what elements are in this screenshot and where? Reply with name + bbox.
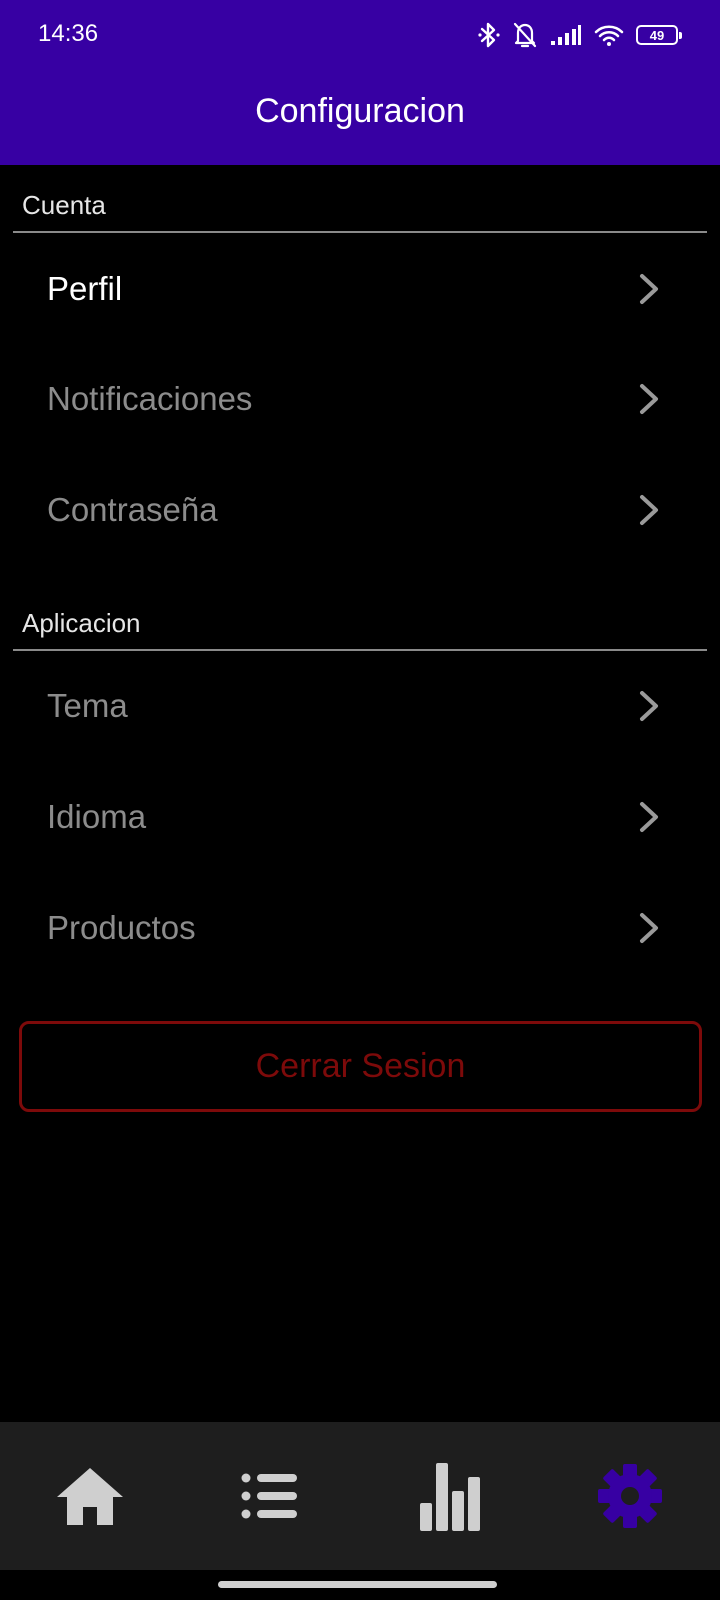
signal-icon <box>550 24 582 46</box>
chevron-right-icon <box>640 384 658 414</box>
settings-item-label: Perfil <box>47 270 123 307</box>
section-header-cuenta: Cuenta <box>22 190 106 220</box>
settings-item-notificaciones[interactable]: Notificaciones <box>0 349 720 449</box>
logout-button[interactable]: Cerrar Sesion <box>19 1021 702 1112</box>
home-indicator[interactable] <box>218 1581 497 1588</box>
settings-item-label: Productos <box>47 909 196 946</box>
settings-screen: 14:36 49 Configuracion Cuenta Perfil Not… <box>0 0 720 1600</box>
chevron-right-icon <box>640 495 658 525</box>
bottom-nav <box>0 1422 720 1570</box>
wifi-icon <box>594 23 624 47</box>
section-header-aplicacion: Aplicacion <box>22 608 141 638</box>
logout-label: Cerrar Sesion <box>255 1047 466 1085</box>
page-title: Configuracion <box>255 92 465 130</box>
chevron-right-icon <box>640 802 658 832</box>
status-icons: 49 <box>478 18 682 52</box>
settings-item-label: Contraseña <box>47 491 218 528</box>
settings-item-label: Notificaciones <box>47 380 253 417</box>
divider <box>13 231 707 233</box>
status-time: 14:36 <box>38 20 99 47</box>
chevron-right-icon <box>640 274 658 304</box>
nav-home[interactable] <box>0 1422 180 1570</box>
battery-icon: 49 <box>636 25 682 45</box>
bluetooth-icon <box>478 21 500 49</box>
app-bar: 14:36 49 Configuracion <box>0 0 720 165</box>
list-icon <box>241 1473 297 1519</box>
settings-item-label: Tema <box>47 687 128 724</box>
nav-settings[interactable] <box>540 1422 720 1570</box>
notifications-off-icon <box>512 21 538 49</box>
settings-item-idioma[interactable]: Idioma <box>0 767 720 867</box>
chevron-right-icon <box>640 691 658 721</box>
divider <box>13 649 707 651</box>
gear-icon <box>598 1464 662 1528</box>
settings-item-contrasena[interactable]: Contraseña <box>0 460 720 560</box>
home-icon <box>57 1468 123 1525</box>
nav-list[interactable] <box>180 1422 360 1570</box>
settings-item-perfil[interactable]: Perfil <box>0 239 720 339</box>
nav-stats[interactable] <box>360 1422 540 1570</box>
chevron-right-icon <box>640 913 658 943</box>
settings-item-tema[interactable]: Tema <box>0 656 720 756</box>
settings-item-productos[interactable]: Productos <box>0 878 720 978</box>
battery-level: 49 <box>649 27 665 43</box>
settings-item-label: Idioma <box>47 798 147 835</box>
bar-chart-icon <box>420 1463 480 1531</box>
